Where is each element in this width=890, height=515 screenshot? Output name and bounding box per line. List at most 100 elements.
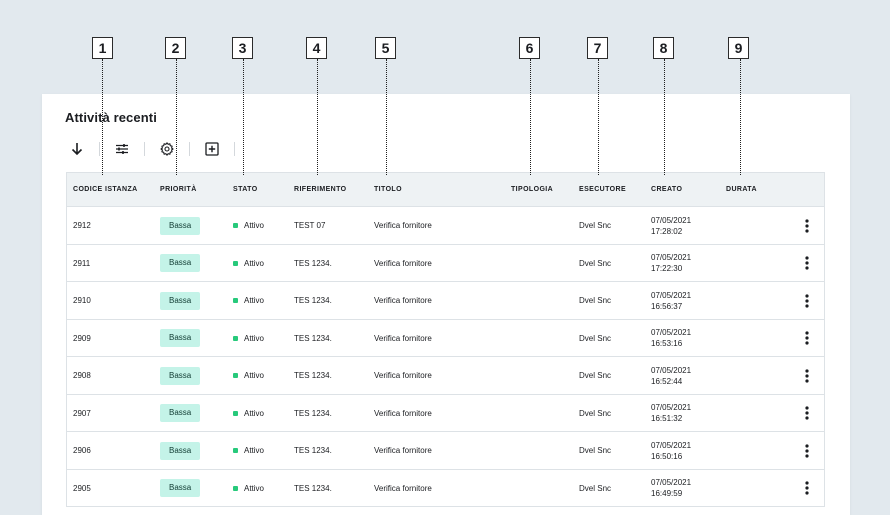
table-row[interactable]: 2908 Bassa Attivo TES 1234. Verifica fornito… bbox=[67, 357, 824, 395]
row-menu-button[interactable] bbox=[797, 478, 817, 498]
toolbar bbox=[64, 136, 244, 162]
reference-value: TES 1234. bbox=[294, 408, 332, 418]
cell-title: Verifica fornitore bbox=[374, 320, 432, 357]
cell-executor: Dvel Snc bbox=[579, 432, 611, 469]
column-header[interactable]: RIFERIMENTO bbox=[294, 173, 347, 208]
arrow-down-icon bbox=[71, 143, 83, 156]
row-menu-button[interactable] bbox=[797, 328, 817, 348]
title-value: Verifica fornitore bbox=[374, 371, 432, 380]
status-label: Attivo bbox=[244, 446, 265, 455]
status-label: Attivo bbox=[244, 408, 265, 418]
kebab-icon bbox=[805, 331, 809, 345]
kebab-icon bbox=[805, 443, 809, 458]
column-header[interactable]: STATO bbox=[233, 173, 258, 208]
cell-executor: Dvel Snc bbox=[579, 207, 611, 244]
cell-status: Attivo bbox=[233, 320, 264, 357]
column-header[interactable]: CREATO bbox=[651, 173, 682, 208]
callout-marker: 2 bbox=[165, 37, 186, 59]
sort-button[interactable] bbox=[64, 136, 90, 162]
column-header[interactable]: CODICE ISTANZA bbox=[73, 173, 138, 208]
cell-reference: TES 1234. bbox=[294, 282, 332, 319]
priority-badge: Bassa bbox=[160, 216, 201, 235]
instance-code: 2907 bbox=[73, 408, 91, 418]
status-dot-icon bbox=[233, 485, 238, 491]
status-dot-icon bbox=[233, 448, 238, 453]
cell-actions bbox=[797, 357, 817, 394]
kebab-icon bbox=[805, 256, 809, 270]
table-header: CODICE ISTANZA PRIORITÀ STATO RIFERIMENTO TI… bbox=[67, 172, 824, 207]
table-row[interactable]: 2907 Bassa Attivo TES 1234. Verifica fornito… bbox=[67, 395, 824, 432]
cell-executor: Dvel Snc bbox=[579, 357, 611, 394]
instance-code: 2911 bbox=[73, 258, 91, 268]
created-time: 16:49:59 bbox=[651, 489, 683, 498]
cell-reference: TEST 07 bbox=[294, 207, 325, 244]
recent-activities-card: Attività recenti CODICE ISTANZA PRIORITÀ… bbox=[42, 94, 850, 515]
created-time: 17:28:02 bbox=[651, 226, 683, 236]
row-menu-button[interactable] bbox=[797, 216, 817, 236]
priority-badge: Bassa bbox=[160, 404, 201, 422]
filter-button[interactable] bbox=[109, 136, 135, 162]
cell-priority: Bassa bbox=[160, 395, 201, 432]
cell-created: 07/05/2021 16:53:16 bbox=[651, 320, 691, 357]
status-dot-icon bbox=[233, 335, 238, 341]
table-row[interactable]: 2912 Bassa Attivo TEST 07 Verifica fornitore… bbox=[67, 207, 824, 245]
cell-title: Verifica fornitore bbox=[374, 395, 432, 432]
status-label: Attivo bbox=[244, 483, 265, 493]
cell-reference: TES 1234. bbox=[294, 245, 332, 282]
instance-code: 2905 bbox=[73, 483, 91, 493]
priority-badge: Bassa bbox=[160, 366, 201, 385]
status-dot-icon bbox=[233, 410, 238, 416]
table-row[interactable]: 2906 Bassa Attivo TES 1234. Verifica fornito… bbox=[67, 432, 824, 470]
column-header[interactable]: TITOLO bbox=[374, 173, 402, 208]
column-header[interactable]: ESECUTORE bbox=[579, 173, 626, 208]
table-row[interactable]: 2905 Bassa Attivo TES 1234. Verifica fornito… bbox=[67, 470, 824, 507]
created-date: 07/05/2021 bbox=[651, 403, 692, 412]
priority-badge: Bassa bbox=[160, 254, 201, 272]
column-header[interactable]: PRIORITÀ bbox=[160, 173, 197, 208]
cell-reference: TES 1234. bbox=[294, 432, 332, 469]
cell-code: 2912 bbox=[73, 207, 91, 244]
status-label: Attivo bbox=[244, 296, 265, 305]
executor-value: Dvel Snc bbox=[579, 446, 612, 455]
cell-created: 07/05/2021 16:51:32 bbox=[651, 395, 691, 432]
created-date: 07/05/2021 bbox=[651, 328, 692, 337]
column-header[interactable]: TIPOLOGIA bbox=[511, 173, 553, 208]
table-row[interactable]: 2910 Bassa Attivo TES 1234. Verifica fornito… bbox=[67, 282, 824, 320]
callout-marker: 9 bbox=[728, 37, 749, 59]
row-menu-button[interactable] bbox=[797, 253, 817, 273]
executor-value: Dvel Snc bbox=[579, 408, 612, 418]
row-menu-button[interactable] bbox=[797, 291, 817, 311]
row-menu-button[interactable] bbox=[797, 403, 817, 423]
created-date: 07/05/2021 bbox=[651, 478, 692, 487]
table-row[interactable]: 2909 Bassa Attivo TES 1234. Verifica fornito… bbox=[67, 320, 824, 357]
cell-priority: Bassa bbox=[160, 470, 201, 507]
cell-actions bbox=[797, 395, 817, 432]
status-label: Attivo bbox=[244, 258, 265, 268]
table-row[interactable]: 2911 Bassa Attivo TES 1234. Verifica fornito… bbox=[67, 245, 824, 282]
created-date: 07/05/2021 bbox=[651, 215, 692, 225]
callout-leader-line bbox=[176, 59, 177, 175]
cell-code: 2906 bbox=[73, 432, 91, 469]
status-label: Attivo bbox=[244, 221, 265, 230]
created-time: 16:51:32 bbox=[651, 414, 683, 423]
cell-created: 07/05/2021 16:49:59 bbox=[651, 470, 691, 507]
cell-executor: Dvel Snc bbox=[579, 245, 611, 282]
cell-reference: TES 1234. bbox=[294, 357, 332, 394]
row-menu-button[interactable] bbox=[797, 441, 817, 461]
cell-title: Verifica fornitore bbox=[374, 357, 432, 394]
created-date: 07/05/2021 bbox=[651, 253, 692, 262]
add-button[interactable] bbox=[199, 136, 225, 162]
created-date: 07/05/2021 bbox=[651, 365, 692, 375]
cell-created: 07/05/2021 16:52:44 bbox=[651, 357, 691, 394]
callout-leader-line bbox=[664, 59, 665, 175]
row-menu-button[interactable] bbox=[797, 366, 817, 386]
gear-icon bbox=[160, 142, 174, 156]
status-dot-icon bbox=[233, 373, 238, 378]
cell-status: Attivo bbox=[233, 357, 264, 394]
title-value: Verifica fornitore bbox=[374, 296, 432, 305]
cell-created: 07/05/2021 17:28:02 bbox=[651, 207, 691, 244]
cell-status: Attivo bbox=[233, 395, 264, 432]
cell-executor: Dvel Snc bbox=[579, 395, 611, 432]
title-value: Verifica fornitore bbox=[374, 446, 432, 455]
column-header[interactable]: DURATA bbox=[726, 173, 757, 208]
